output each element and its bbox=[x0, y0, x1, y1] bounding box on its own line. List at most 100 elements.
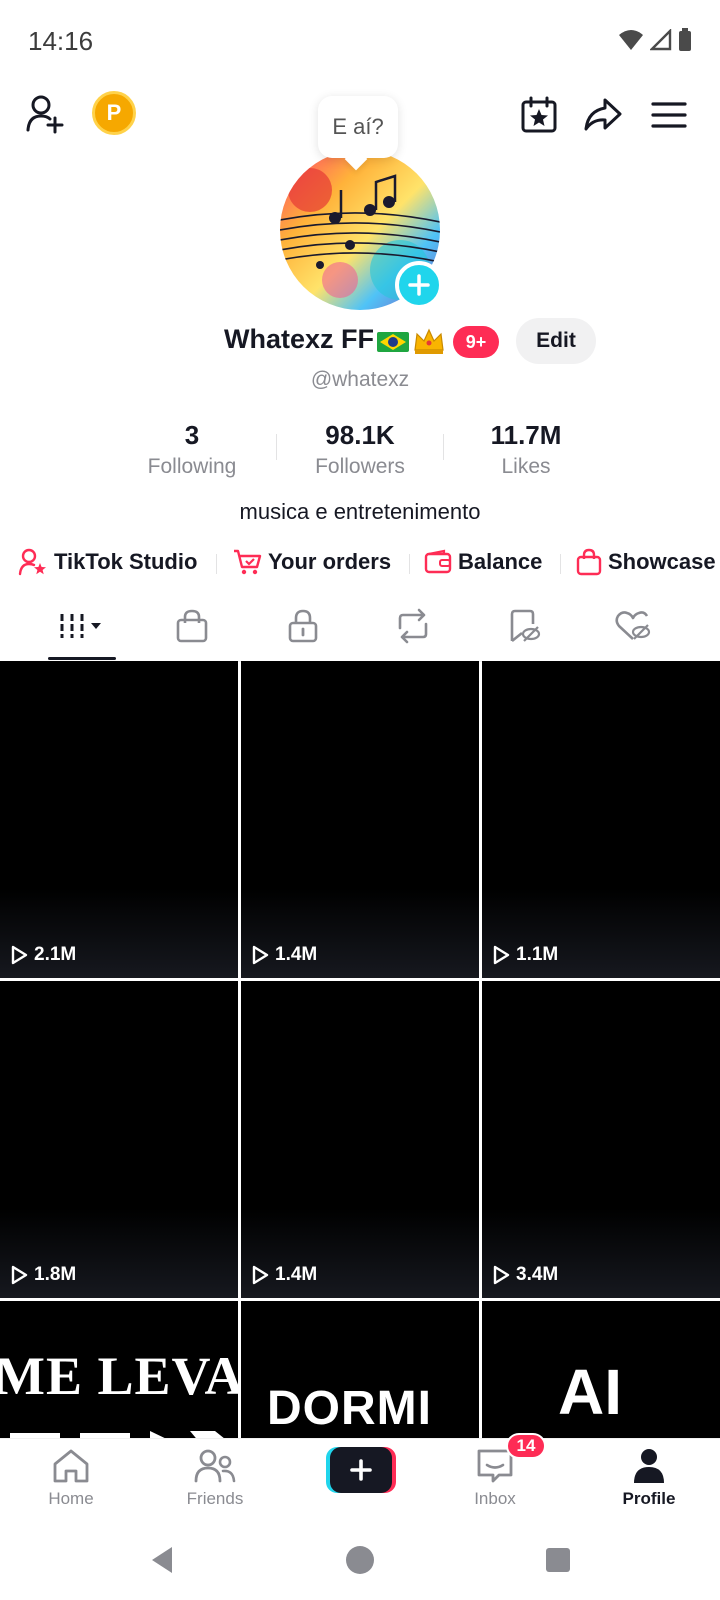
nav-home[interactable]: Home bbox=[16, 1447, 126, 1509]
video-thumbnail[interactable]: 1.1M bbox=[482, 661, 720, 978]
nav-label: Friends bbox=[186, 1489, 244, 1508]
video-grid: 2.1M 1.4M 1.1M 1.8M 1.4M 3.4M ME LEVA DO… bbox=[0, 661, 720, 1438]
profile-content-tabs bbox=[0, 592, 720, 662]
edit-profile-button[interactable]: Edit bbox=[516, 318, 596, 364]
profile-icon bbox=[634, 1449, 664, 1483]
tab-private[interactable] bbox=[248, 592, 358, 660]
stat-likes[interactable]: 11.7M Likes bbox=[456, 420, 596, 479]
shortcut-label: Balance bbox=[458, 549, 543, 574]
stat-divider bbox=[443, 434, 444, 460]
creator-calendar-button[interactable] bbox=[516, 92, 562, 138]
profile-stats: 3 Following 98.1K Followers 11.7M Likes bbox=[0, 420, 720, 490]
brazil-flag-icon bbox=[377, 332, 409, 352]
system-home-button[interactable] bbox=[338, 1538, 382, 1582]
cart-icon bbox=[234, 549, 262, 575]
video-thumbnail[interactable]: 2.1M bbox=[0, 661, 238, 978]
videos-grid-icon bbox=[60, 614, 101, 638]
bottom-navigation: Home Friends Inbox 14 Profile bbox=[0, 1433, 720, 1520]
share-profile-button[interactable] bbox=[580, 92, 626, 138]
shortcut-label: Your orders bbox=[268, 549, 392, 574]
video-thumbnail[interactable]: DORMI bbox=[241, 1301, 479, 1438]
username-handle: @whatexz bbox=[310, 368, 410, 391]
system-recents-button[interactable] bbox=[536, 1538, 580, 1582]
play-icon bbox=[252, 945, 269, 965]
play-icon bbox=[11, 1265, 28, 1285]
view-count-text: 1.4M bbox=[275, 944, 318, 965]
shortcut-balance[interactable]: Balance bbox=[424, 544, 542, 580]
thumbnail-overlay-text: DORMI bbox=[267, 1382, 432, 1435]
system-navigation-bar bbox=[0, 1520, 720, 1600]
display-name: Whatexz FF bbox=[224, 324, 375, 354]
stat-value: 3 bbox=[184, 420, 200, 450]
profile-bio: musica e entretenimento bbox=[239, 499, 481, 524]
status-bar: 14:16 bbox=[0, 0, 720, 84]
tab-shop[interactable] bbox=[137, 592, 247, 660]
add-story-button[interactable] bbox=[395, 261, 443, 309]
partial-letters-art bbox=[10, 1431, 224, 1438]
play-icon bbox=[11, 945, 28, 965]
status-note-text: E aí? bbox=[332, 114, 384, 139]
status-icons bbox=[618, 28, 692, 52]
stat-following[interactable]: 3 Following bbox=[122, 420, 262, 479]
nav-friends[interactable]: Friends bbox=[160, 1447, 270, 1509]
signal-icon bbox=[650, 29, 672, 51]
thumbnail-overlay-partial bbox=[0, 1413, 238, 1438]
stat-followers[interactable]: 98.1K Followers bbox=[290, 420, 430, 479]
shortcut-label: Showcase bbox=[608, 549, 716, 574]
wifi-icon bbox=[619, 30, 643, 50]
add-friend-icon bbox=[26, 95, 64, 134]
view-count: 3.4M bbox=[492, 1264, 558, 1286]
add-friend-button[interactable] bbox=[24, 92, 68, 136]
tab-favorites[interactable] bbox=[468, 592, 578, 660]
recents-square-icon bbox=[546, 1548, 570, 1572]
name-row: Whatexz FF 9+ Edit bbox=[0, 318, 720, 368]
home-icon bbox=[53, 1449, 89, 1483]
play-icon bbox=[493, 945, 510, 965]
video-thumbnail[interactable]: 3.4M bbox=[482, 981, 720, 1298]
shortcut-showcase[interactable]: Showcase bbox=[576, 544, 716, 580]
stat-label: Followers bbox=[315, 455, 405, 478]
share-arrow-icon bbox=[584, 98, 622, 131]
shortcut-divider bbox=[216, 554, 217, 574]
shortcut-your-orders[interactable]: Your orders bbox=[232, 544, 391, 580]
wallet-icon bbox=[424, 549, 452, 574]
coins-button[interactable]: P bbox=[92, 91, 136, 135]
shortcut-tiktok-studio[interactable]: TikTok Studio bbox=[18, 544, 197, 580]
back-triangle-icon bbox=[152, 1547, 172, 1573]
nav-label: Inbox bbox=[474, 1489, 516, 1508]
tab-reposts[interactable] bbox=[358, 592, 468, 660]
video-thumbnail[interactable]: AI bbox=[482, 1301, 720, 1438]
bag-icon bbox=[576, 548, 602, 576]
play-icon bbox=[493, 1265, 510, 1285]
plus-icon bbox=[408, 274, 430, 296]
crown-icon bbox=[414, 328, 444, 354]
nav-profile[interactable]: Profile bbox=[594, 1447, 704, 1509]
calendar-star-icon bbox=[521, 96, 557, 133]
shortcut-label: TikTok Studio bbox=[54, 549, 198, 574]
coin-icon: P bbox=[106, 100, 122, 125]
create-video-button[interactable] bbox=[326, 1447, 396, 1493]
video-thumbnail[interactable]: 1.4M bbox=[241, 661, 479, 978]
notification-badge[interactable]: 9+ bbox=[453, 326, 499, 358]
system-back-button[interactable] bbox=[140, 1538, 184, 1582]
thumbnail-overlay-text: ME LEVA bbox=[0, 1346, 238, 1406]
video-thumbnail[interactable]: 1.8M bbox=[0, 981, 238, 1298]
view-count: 2.1M bbox=[10, 944, 76, 966]
view-count-text: 3.4M bbox=[516, 1264, 559, 1285]
view-count: 1.4M bbox=[251, 944, 317, 966]
shortcut-divider bbox=[560, 554, 561, 574]
tab-videos[interactable] bbox=[27, 592, 137, 660]
video-thumbnail[interactable]: ME LEVA bbox=[0, 1301, 238, 1438]
tab-liked[interactable] bbox=[578, 592, 688, 660]
video-thumbnail[interactable]: 1.4M bbox=[241, 981, 479, 1298]
view-count-text: 2.1M bbox=[34, 944, 77, 965]
view-count: 1.4M bbox=[251, 1264, 317, 1286]
status-time: 14:16 bbox=[28, 26, 94, 56]
menu-button[interactable] bbox=[646, 92, 692, 138]
shop-bag-icon bbox=[176, 609, 208, 643]
lock-icon bbox=[288, 609, 318, 643]
stat-label: Following bbox=[147, 455, 237, 478]
play-icon bbox=[252, 1265, 269, 1285]
status-note-bubble[interactable]: E aí? bbox=[318, 96, 398, 158]
home-circle-icon bbox=[346, 1546, 374, 1574]
